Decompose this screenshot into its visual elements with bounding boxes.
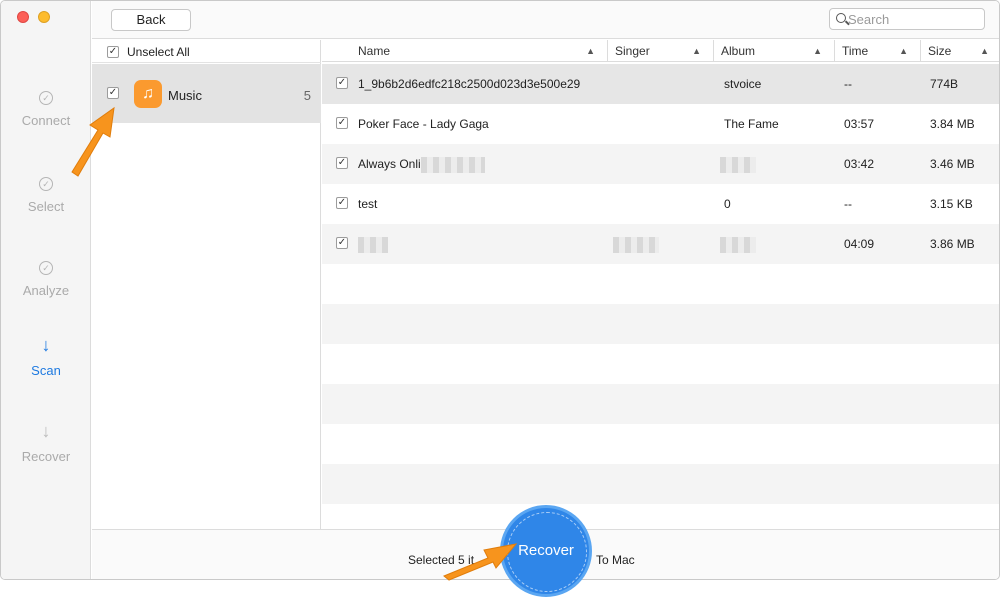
- sort-caret-icon: ▲: [813, 46, 822, 56]
- minimize-window-button[interactable]: [38, 11, 50, 23]
- row-checkbox[interactable]: ✓: [336, 117, 348, 129]
- empty-row: [322, 344, 999, 384]
- empty-row: [322, 384, 999, 424]
- back-button[interactable]: Back: [111, 9, 191, 31]
- step-label: Scan: [31, 363, 61, 378]
- row-checkbox[interactable]: ✓: [336, 157, 348, 169]
- cell-size: 3.46 MB: [930, 157, 975, 171]
- cell-name: Poker Face - Lady Gaga: [358, 117, 489, 131]
- category-item-music[interactable]: ✓ ♫ Music 5: [92, 64, 321, 123]
- unselect-all-label: Unselect All: [127, 45, 190, 59]
- empty-row: [322, 424, 999, 464]
- table-row[interactable]: ✓ 04:09 3.86 MB: [322, 224, 999, 264]
- cell-album: [720, 224, 830, 264]
- recover-destination-text: To Mac: [596, 553, 635, 567]
- step-label: Select: [27, 199, 65, 214]
- category-checkbox[interactable]: ✓: [107, 87, 119, 99]
- table-row[interactable]: ✓ Poker Face - Lady Gaga The Fame 03:57 …: [322, 104, 999, 144]
- category-label: Music: [168, 88, 202, 103]
- redacted-text: [613, 236, 659, 253]
- sort-caret-icon: ▲: [899, 46, 908, 56]
- cell-size: 774B: [930, 77, 959, 91]
- cell-time: 03:57: [844, 117, 875, 131]
- step-recover: ↓ Recover: [1, 421, 91, 464]
- cell-time: 03:42: [844, 157, 875, 171]
- cell-album: stvoice: [724, 77, 762, 91]
- step-select: ✓ Select: [1, 177, 91, 214]
- cell-album: [720, 144, 830, 184]
- table-row[interactable]: ✓ 1_9b6b2d6edfc218c2500d023d3e500e29 stv…: [322, 64, 999, 104]
- cell-time: 04:09: [844, 237, 875, 251]
- unselect-all-checkbox[interactable]: ✓: [107, 46, 119, 58]
- empty-row: [322, 304, 999, 344]
- search-icon: [836, 13, 846, 23]
- cell-name: test: [358, 197, 378, 211]
- sort-caret-icon: ▲: [586, 46, 595, 56]
- cell-size: 3.15 KB: [930, 197, 973, 211]
- category-panel: ✓ Unselect All ✓ ♫ Music 5: [92, 40, 321, 529]
- pointer-arrow-icon: [71, 106, 115, 177]
- cell-name: 1_9b6b2d6edfc218c2500d023d3e500e29: [358, 77, 581, 91]
- cell-time: --: [844, 77, 852, 91]
- cell-album: The Fame: [724, 117, 779, 131]
- close-window-button[interactable]: [17, 11, 29, 23]
- sort-caret-icon: ▲: [980, 46, 989, 56]
- empty-row: [322, 504, 999, 529]
- redacted-text: [720, 236, 756, 253]
- cell-singer: [613, 224, 713, 264]
- unselect-all-row[interactable]: ✓ Unselect All: [92, 40, 321, 63]
- row-checkbox[interactable]: ✓: [336, 237, 348, 249]
- search-box[interactable]: [829, 8, 985, 30]
- column-header-singer[interactable]: Singer ▲: [608, 40, 714, 62]
- column-header-size[interactable]: Size ▲: [921, 40, 999, 62]
- table-header: Name ▲ Singer ▲ Album ▲ Time ▲ Size ▲: [322, 40, 999, 62]
- column-header-album[interactable]: Album ▲: [714, 40, 835, 62]
- sort-caret-icon: ▲: [692, 46, 701, 56]
- empty-row: [322, 264, 999, 304]
- top-toolbar: Back: [92, 1, 999, 39]
- steps-sidebar: ✓ Connect ✓ Select ✓ Analyze ↓ Scan ↓ Re…: [1, 1, 91, 579]
- table-row[interactable]: ✓ test 0 -- 3.15 KB: [322, 184, 999, 224]
- music-note-icon: ♫: [134, 80, 162, 108]
- cell-size: 3.84 MB: [930, 117, 975, 131]
- cell-album: 0: [724, 197, 731, 211]
- table-row[interactable]: ✓ Always Onli 03:42 3.46 MB: [322, 144, 999, 184]
- row-checkbox[interactable]: ✓: [336, 197, 348, 209]
- redacted-text: [358, 236, 388, 253]
- cell-name: Always Onli: [358, 144, 608, 184]
- cell-time: --: [844, 197, 852, 211]
- redacted-text: [420, 156, 485, 173]
- file-table: Name ▲ Singer ▲ Album ▲ Time ▲ Size ▲ ✓ 1_9b6…: [322, 40, 999, 529]
- redacted-text: [720, 156, 756, 173]
- step-analyze: ✓ Analyze: [1, 261, 91, 298]
- category-count: 5: [303, 88, 311, 103]
- cell-size: 3.86 MB: [930, 237, 975, 251]
- check-circle-icon: ✓: [39, 261, 53, 275]
- row-checkbox[interactable]: ✓: [336, 77, 348, 89]
- check-circle-icon: ✓: [39, 91, 53, 105]
- down-arrow-icon: ↓: [41, 421, 51, 441]
- step-scan: ↓ Scan: [1, 335, 91, 378]
- search-input[interactable]: [848, 11, 978, 27]
- column-header-time[interactable]: Time ▲: [835, 40, 921, 62]
- empty-row: [322, 464, 999, 504]
- column-header-name[interactable]: Name ▲: [351, 40, 608, 62]
- down-arrow-icon: ↓: [41, 335, 51, 355]
- cell-name: [358, 224, 608, 264]
- step-label: Analyze: [22, 283, 70, 298]
- step-label: Recover: [21, 449, 71, 464]
- check-circle-icon: ✓: [39, 177, 53, 191]
- app-window: ✓ Connect ✓ Select ✓ Analyze ↓ Scan ↓ Re…: [0, 0, 1000, 580]
- pointer-arrow-icon: [443, 543, 518, 581]
